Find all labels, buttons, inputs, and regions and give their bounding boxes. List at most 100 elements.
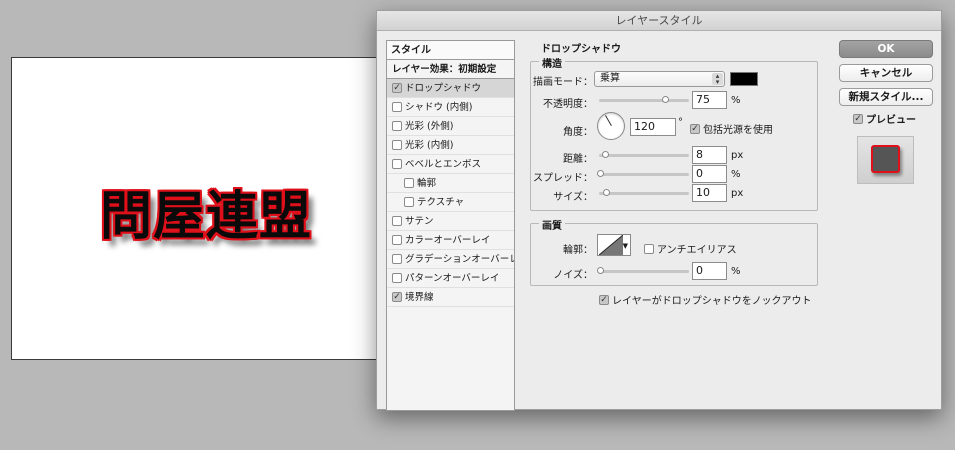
style-list-defaults[interactable]: レイヤー効果：初期設定 — [387, 60, 514, 79]
knockout-checkbox[interactable]: ✓ — [599, 294, 609, 305]
style-list-item[interactable]: ✓ 境界線 — [387, 288, 514, 307]
preview-thumbnail — [857, 136, 914, 184]
style-item-label: ドロップシャドウ — [405, 82, 482, 94]
angle-input[interactable]: 120 — [630, 118, 676, 136]
cancel-button[interactable]: キャンセル — [839, 64, 933, 82]
style-list-item[interactable]: 輪郭 — [387, 174, 514, 193]
size-slider[interactable] — [599, 189, 689, 196]
style-list-item[interactable]: 光彩 (外側) — [387, 117, 514, 136]
style-item-checkbox[interactable] — [404, 178, 414, 188]
angle-unit: ° — [678, 117, 683, 128]
global-light-option[interactable]: ✓ 包括光源を使用 — [690, 121, 773, 136]
style-item-checkbox[interactable] — [392, 254, 402, 264]
contour-curve-icon — [599, 235, 623, 255]
distance-slider[interactable] — [599, 151, 689, 158]
spread-input[interactable]: 0 — [692, 165, 727, 183]
anti-alias-checkbox[interactable] — [644, 243, 654, 254]
style-item-label: 境界線 — [405, 291, 434, 303]
style-list-item[interactable]: テクスチャ — [387, 193, 514, 212]
preview-option[interactable]: ✓ プレビュー — [853, 111, 916, 126]
noise-label: ノイズ： — [553, 270, 593, 281]
noise-slider[interactable] — [597, 267, 689, 274]
style-item-label: グラデーションオーバーレイ — [405, 253, 514, 265]
canvas-text-layer: 問屋連盟 — [100, 187, 313, 247]
size-slider-knob[interactable] — [603, 189, 610, 196]
contour-dropdown-icon: ▼ — [622, 242, 628, 250]
style-list-header[interactable]: スタイル — [387, 41, 514, 60]
style-item-label: パターンオーバーレイ — [405, 272, 500, 284]
style-list-item[interactable]: カラーオーバーレイ — [387, 231, 514, 250]
opacity-label: 不透明度： — [543, 99, 593, 110]
style-item-label: 光彩 (外側) — [405, 120, 454, 132]
knockout-option[interactable]: ✓ レイヤーがドロップシャドウをノックアウト — [599, 292, 812, 307]
ok-button[interactable]: OK — [839, 40, 933, 58]
blend-mode-select[interactable]: 乗算 ▴ ▾ — [594, 71, 725, 87]
style-item-checkbox[interactable] — [404, 197, 414, 207]
style-list-item[interactable]: 光彩 (内側) — [387, 136, 514, 155]
style-item-label: テクスチャ — [417, 196, 465, 208]
style-list-item[interactable]: サテン — [387, 212, 514, 231]
style-item-label: シャドウ (内側) — [405, 101, 473, 113]
global-light-label: 包括光源を使用 — [703, 125, 773, 136]
global-light-checkbox[interactable]: ✓ — [690, 123, 700, 134]
opacity-slider-knob[interactable] — [662, 96, 669, 103]
document-canvas: 問屋連盟 — [11, 57, 383, 360]
quality-title: 画質 — [539, 217, 565, 232]
style-list-item[interactable]: パターンオーバーレイ — [387, 269, 514, 288]
size-input[interactable]: 10 — [692, 184, 727, 202]
new-style-button[interactable]: 新規スタイル... — [839, 88, 933, 106]
style-item-checkbox[interactable] — [392, 121, 402, 131]
size-label: サイズ： — [553, 192, 593, 203]
style-list-item[interactable]: ✓ ドロップシャドウ — [387, 79, 514, 98]
select-arrows-icon: ▴ ▾ — [712, 73, 723, 86]
shadow-color-swatch[interactable] — [730, 72, 758, 86]
spread-unit: % — [731, 169, 741, 180]
contour-picker[interactable]: ▼ — [597, 234, 631, 256]
preview-swatch — [871, 145, 900, 173]
anti-alias-option[interactable]: アンチエイリアス — [644, 241, 737, 256]
layer-style-dialog: レイヤースタイル スタイル レイヤー効果：初期設定 ✓ ドロップシャドウ シャドウ … — [376, 10, 942, 411]
style-item-label: ベベルとエンボス — [405, 158, 482, 170]
angle-dial[interactable] — [597, 112, 625, 140]
style-item-checkbox[interactable] — [392, 140, 402, 150]
noise-unit: % — [731, 266, 741, 277]
opacity-input[interactable]: 75 — [692, 91, 727, 109]
opacity-unit: % — [731, 95, 741, 106]
spread-slider-knob[interactable] — [597, 170, 604, 177]
spread-label: スプレッド： — [533, 173, 593, 184]
angle-dial-needle — [605, 115, 612, 126]
style-item-checkbox[interactable] — [392, 216, 402, 226]
opacity-slider[interactable] — [599, 96, 689, 103]
size-unit: px — [731, 188, 744, 199]
style-item-label: サテン — [405, 215, 434, 227]
style-item-checkbox[interactable] — [392, 235, 402, 245]
style-item-checkbox[interactable] — [392, 102, 402, 112]
style-item-label: カラーオーバーレイ — [405, 234, 491, 246]
blend-mode-label: 描画モード： — [533, 77, 593, 88]
noise-input[interactable]: 0 — [692, 262, 727, 280]
style-item-checkbox[interactable]: ✓ — [392, 292, 402, 302]
preview-label: プレビュー — [866, 115, 916, 126]
contour-label: 輪郭： — [563, 245, 593, 256]
spread-slider[interactable] — [597, 170, 689, 177]
knockout-label: レイヤーがドロップシャドウをノックアウト — [612, 296, 812, 307]
style-list: スタイル レイヤー効果：初期設定 ✓ ドロップシャドウ シャドウ (内側) 光彩 (外… — [386, 40, 515, 411]
anti-alias-label: アンチエイリアス — [657, 245, 737, 256]
distance-label: 距離： — [563, 154, 593, 165]
drop-shadow-title: ドロップシャドウ — [538, 40, 624, 55]
blend-mode-value: 乗算 — [600, 73, 620, 84]
angle-label: 角度： — [563, 127, 593, 138]
style-list-item[interactable]: ベベルとエンボス — [387, 155, 514, 174]
style-list-item[interactable]: グラデーションオーバーレイ — [387, 250, 514, 269]
distance-slider-knob[interactable] — [602, 151, 609, 158]
style-item-checkbox[interactable] — [392, 273, 402, 283]
preview-checkbox[interactable]: ✓ — [853, 113, 863, 124]
distance-input[interactable]: 8 — [692, 146, 727, 164]
noise-slider-knob[interactable] — [597, 267, 604, 274]
style-item-checkbox[interactable] — [392, 159, 402, 169]
structure-title: 構造 — [539, 55, 565, 70]
distance-unit: px — [731, 150, 744, 161]
style-list-item[interactable]: シャドウ (内側) — [387, 98, 514, 117]
dialog-title: レイヤースタイル — [377, 11, 941, 31]
style-item-checkbox[interactable]: ✓ — [392, 83, 402, 93]
